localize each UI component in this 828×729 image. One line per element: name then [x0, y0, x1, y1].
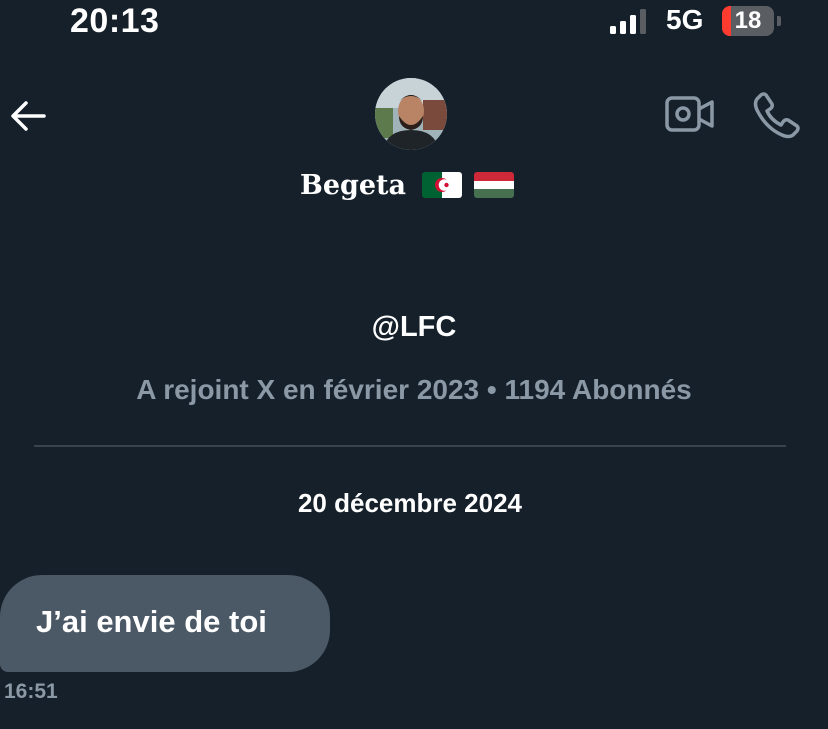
algeria-flag-icon	[422, 172, 462, 198]
profile-handle[interactable]: @LFC	[0, 311, 828, 344]
profile-photo	[375, 78, 447, 150]
arrow-left-icon[interactable]	[6, 94, 50, 138]
message-text: J’ai envie de toi	[36, 604, 267, 639]
status-time: 20:13	[70, 2, 160, 40]
avatar[interactable]	[375, 78, 447, 150]
date-separator: 20 décembre 2024	[297, 488, 523, 518]
phone-call-icon[interactable]	[752, 90, 802, 140]
battery-level: 18	[734, 7, 762, 34]
hungary-flag-icon	[474, 172, 514, 198]
network-type: 5G	[666, 4, 704, 35]
video-call-icon[interactable]	[664, 92, 716, 136]
signal-strength-icon	[610, 9, 646, 34]
battery-icon: 18	[722, 6, 782, 36]
message-time: 16:51	[4, 680, 58, 703]
profile-meta: A rejoint X en février 2023 • 1194 Abonn…	[136, 374, 692, 405]
divider	[34, 445, 786, 447]
display-name[interactable]: Begeta	[300, 170, 406, 201]
